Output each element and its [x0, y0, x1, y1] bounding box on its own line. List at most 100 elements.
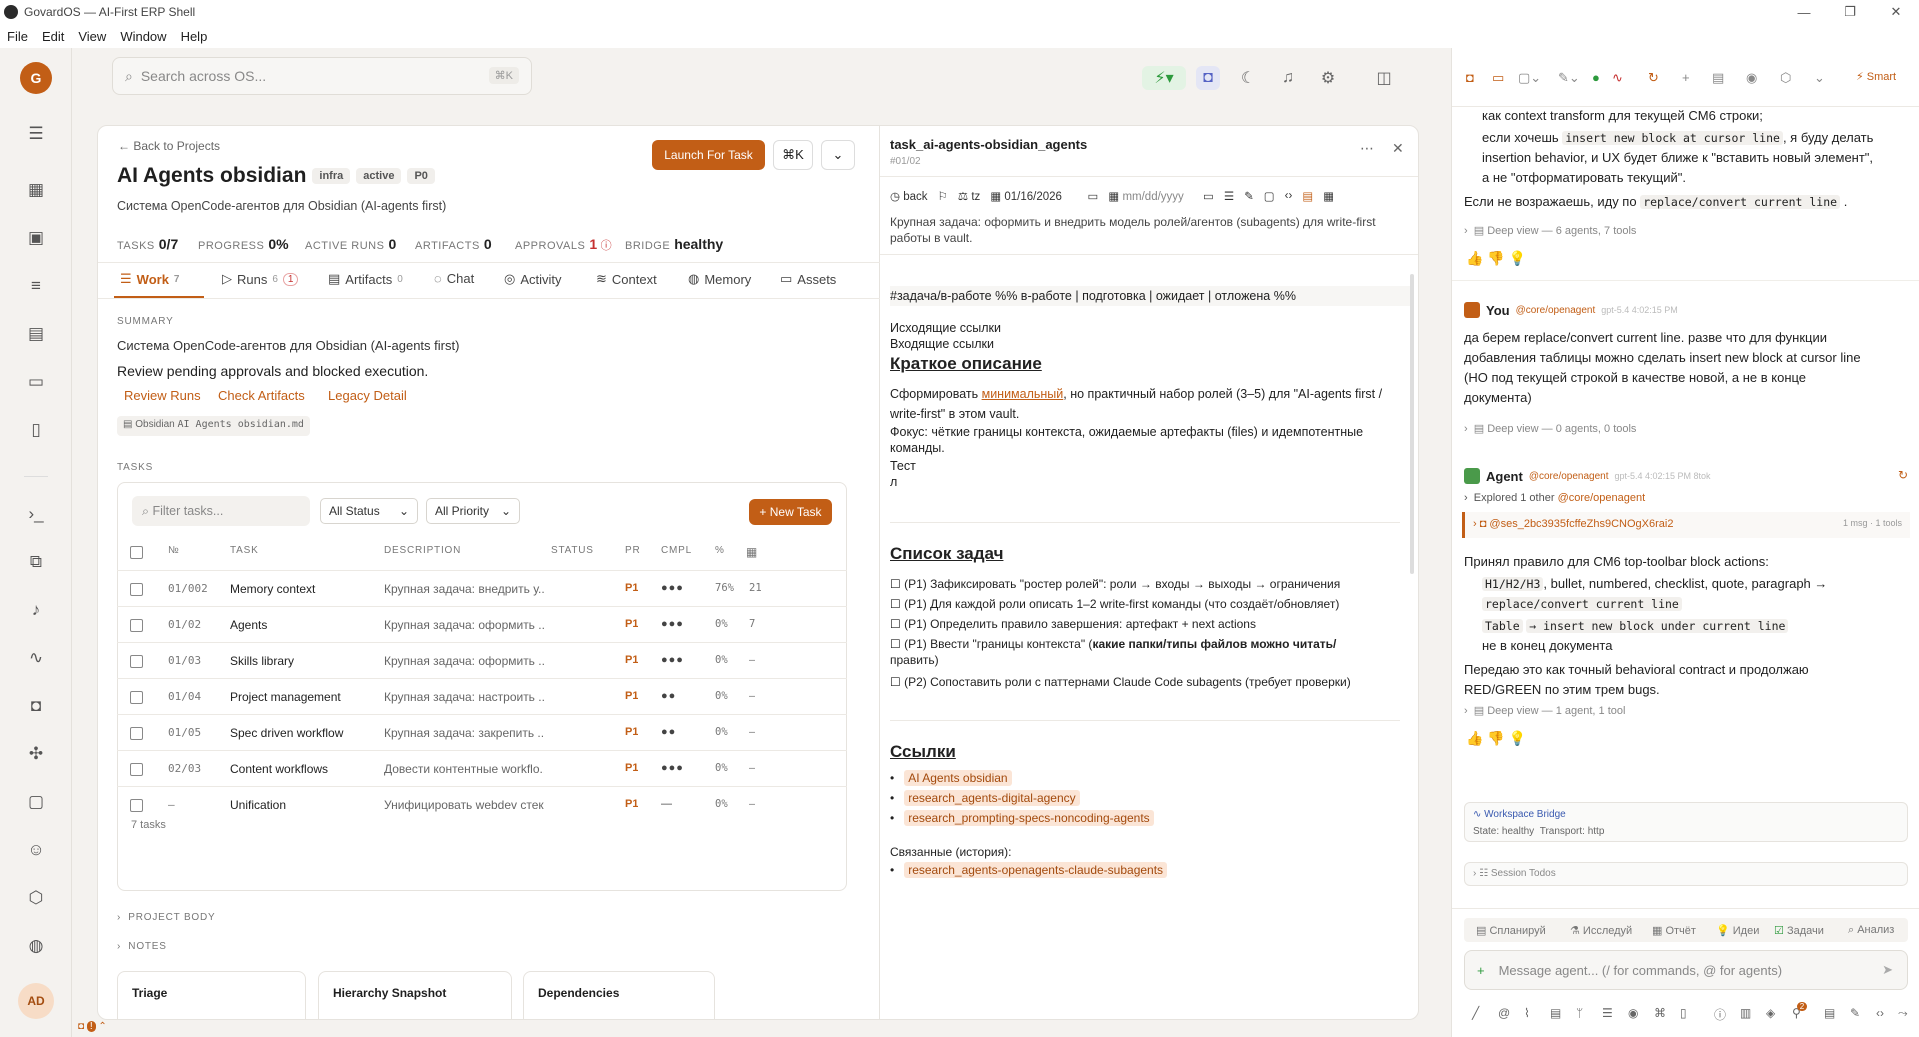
package-icon[interactable]: ⬡ — [1780, 70, 1791, 86]
legacy-detail-link[interactable]: Legacy Detail — [328, 388, 407, 403]
due-date-field[interactable]: ▦ mm/dd/yyyy ▭ — [1108, 189, 1213, 203]
menu-icon[interactable]: ☰ — [24, 122, 48, 146]
branch-icon[interactable]: ᛘ — [1576, 1006, 1583, 1020]
plus-icon[interactable]: + — [1477, 963, 1485, 978]
activity-icon[interactable]: ∿ — [24, 646, 48, 670]
tab-chat[interactable]: ◌ Chat — [434, 271, 474, 286]
command-button[interactable]: ⌘K — [773, 140, 813, 170]
task-name[interactable]: Unification — [230, 798, 380, 812]
task-name[interactable]: Skills library — [230, 654, 380, 668]
layers-icon[interactable]: ◈ — [1766, 1006, 1775, 1020]
comment-icon[interactable]: ▢ — [1264, 189, 1275, 203]
start-date-field[interactable]: ▦ 01/16/2026 ▭ — [990, 189, 1098, 203]
todo-2[interactable]: ☐ (P1) Для каждой роли описать 1–2 write… — [890, 594, 1339, 614]
notes-toggle[interactable]: › NOTES — [117, 941, 167, 952]
table-row[interactable]: – Unification Унифицировать webdev стек...… — [117, 786, 847, 822]
reaction-icons[interactable]: 👍 👎 💡 — [1466, 250, 1526, 267]
wrench-icon[interactable]: ✎ — [1850, 1006, 1860, 1020]
workspace-bridge-card[interactable]: ∿ Workspace Bridge State: healthy Transp… — [1464, 802, 1908, 842]
todo-3[interactable]: ☐ (P1) Определить правило завершения: ар… — [890, 614, 1256, 634]
gear-icon[interactable]: ⚙ — [1316, 66, 1340, 90]
status-indicator[interactable]: ◘ ! ⌃ — [78, 1021, 107, 1032]
folder-icon[interactable]: ▭ — [24, 370, 48, 394]
row-checkbox[interactable] — [130, 799, 143, 812]
quick-report[interactable]: ▦ Отчёт — [1652, 924, 1696, 937]
code-icon[interactable]: ‹› — [1285, 190, 1293, 202]
status-filter[interactable]: All Status ⌄ — [320, 498, 418, 524]
retry-icon[interactable]: ↻ — [1898, 468, 1908, 482]
bot-icon[interactable]: ◘ — [24, 694, 48, 718]
tab-context[interactable]: ≋ Context — [596, 271, 657, 287]
database-icon[interactable]: ▤ — [1824, 1006, 1835, 1020]
menu-window[interactable]: Window — [113, 29, 173, 44]
refresh-icon[interactable]: ↻ — [1648, 70, 1659, 86]
pen-icon[interactable]: ╱ — [1472, 1006, 1479, 1020]
table-row[interactable]: 02/03 Content workflows Довести контентные… — [117, 750, 847, 786]
check-artifacts-link[interactable]: Check Artifacts — [218, 388, 305, 403]
projects-icon[interactable]: ▤ — [24, 322, 48, 346]
deep-view-toggle[interactable]: › ▤ Deep view — 1 agent, 1 tool — [1464, 704, 1625, 717]
todo-1[interactable]: ☐ (P1) Зафиксировать "ростер ролей": рол… — [890, 574, 1340, 594]
row-checkbox[interactable] — [130, 763, 143, 776]
book-icon[interactable]: ▯ — [24, 418, 48, 442]
list-icon[interactable]: ☰ — [1602, 1006, 1613, 1020]
doc-icon[interactable]: ▤ — [1302, 189, 1313, 203]
info-icon[interactable]: ⓘ — [1714, 1006, 1726, 1023]
bell-icon[interactable]: ♪ — [24, 598, 48, 622]
tab-assets[interactable]: ▭ Assets — [780, 271, 836, 287]
triage-card[interactable]: Triage — [117, 971, 306, 1019]
link-item-3[interactable]: • research_prompting-specs-noncoding-age… — [890, 808, 1154, 828]
terminal-icon[interactable]: ›_ — [24, 502, 48, 526]
back-to-projects-link[interactable]: ← Back to Projects — [118, 139, 220, 153]
quick-ideas[interactable]: 💡 Идеи — [1716, 924, 1759, 937]
play-icon[interactable]: ◉ — [1746, 70, 1757, 86]
columns-icon[interactable]: ▦ — [746, 545, 758, 559]
chevron-down-icon[interactable]: ⌄ — [1814, 70, 1825, 86]
launch-task-button[interactable]: Launch For Task — [652, 140, 765, 170]
bot-icon[interactable]: ◘ — [1466, 70, 1474, 85]
book-open-icon[interactable]: ▥ — [1740, 1006, 1751, 1020]
chat-icon[interactable]: ▢⌄ — [1518, 70, 1541, 86]
tab-runs[interactable]: ▷ Runs 6 1 — [222, 271, 299, 287]
maximize-button[interactable]: ❐ — [1827, 0, 1873, 24]
link-item-2[interactable]: • research_agents-digital-agency — [890, 788, 1080, 808]
wrench-icon[interactable]: ✎⌄ — [1558, 70, 1580, 86]
user-avatar[interactable]: AD — [18, 983, 54, 1019]
table-row[interactable]: 01/02 Agents Крупная задача: оформить ... ●… — [117, 606, 847, 642]
flow-icon[interactable]: ⤳ — [1898, 1006, 1908, 1021]
users-icon[interactable]: ☺ — [24, 838, 48, 862]
quick-plan[interactable]: ▤ Спланируй — [1476, 924, 1546, 937]
review-runs-link[interactable]: Review Runs — [124, 388, 201, 403]
calendar-icon[interactable]: ▦ — [1323, 189, 1334, 203]
menu-view[interactable]: View — [71, 29, 113, 44]
cube-icon[interactable]: ⬡ — [24, 886, 48, 910]
task-name[interactable]: Agents — [230, 618, 380, 632]
bell-icon[interactable]: ♫ — [1276, 66, 1300, 90]
smart-mode-button[interactable]: ⚡ Smart — [1856, 70, 1896, 83]
priority-filter[interactable]: All Priority ⌄ — [426, 498, 520, 524]
send-icon[interactable]: ➤ — [1882, 962, 1893, 978]
row-checkbox[interactable] — [130, 583, 143, 596]
hierarchy-card[interactable]: Hierarchy Snapshot — [318, 971, 512, 1019]
tab-memory[interactable]: ◍ Memory — [688, 271, 751, 287]
chevron-down-icon[interactable]: ⌄ — [821, 140, 855, 170]
back-button[interactable]: ◷ back — [890, 189, 928, 203]
task-name[interactable]: Content workflows — [230, 762, 380, 776]
close-window-button[interactable]: ✕ — [1873, 0, 1919, 24]
plus-icon[interactable]: + — [1682, 70, 1690, 85]
project-body-toggle[interactable]: › PROJECT BODY — [117, 912, 216, 923]
table-row[interactable]: 01/03 Skills library Крупная задача: оформ… — [117, 642, 847, 678]
notifications-icon[interactable]: ⚲2 — [1792, 1002, 1811, 1020]
book-icon[interactable]: ▯ — [1680, 1006, 1687, 1020]
row-checkbox[interactable] — [130, 655, 143, 668]
panel-toggle-icon[interactable]: ◫ — [1372, 66, 1396, 90]
menu-edit[interactable]: Edit — [35, 29, 71, 44]
todo-5[interactable]: ☐ (P2) Сопоставить роли с паттернами Cla… — [890, 672, 1351, 692]
select-all-checkbox[interactable] — [130, 546, 143, 559]
bot-mode-icon[interactable]: ◘ — [1196, 66, 1220, 90]
task-name[interactable]: Spec driven workflow — [230, 726, 380, 740]
flag-icon[interactable]: ⚐ — [938, 189, 948, 203]
bolt-icon[interactable]: ⚡▾ — [1142, 66, 1186, 90]
globe-icon[interactable]: ◍ — [24, 934, 48, 958]
session-link[interactable]: › ◘ @ses_2bc3935fcffeZhs9CNOgX6rai2 1 msg… — [1462, 512, 1910, 538]
